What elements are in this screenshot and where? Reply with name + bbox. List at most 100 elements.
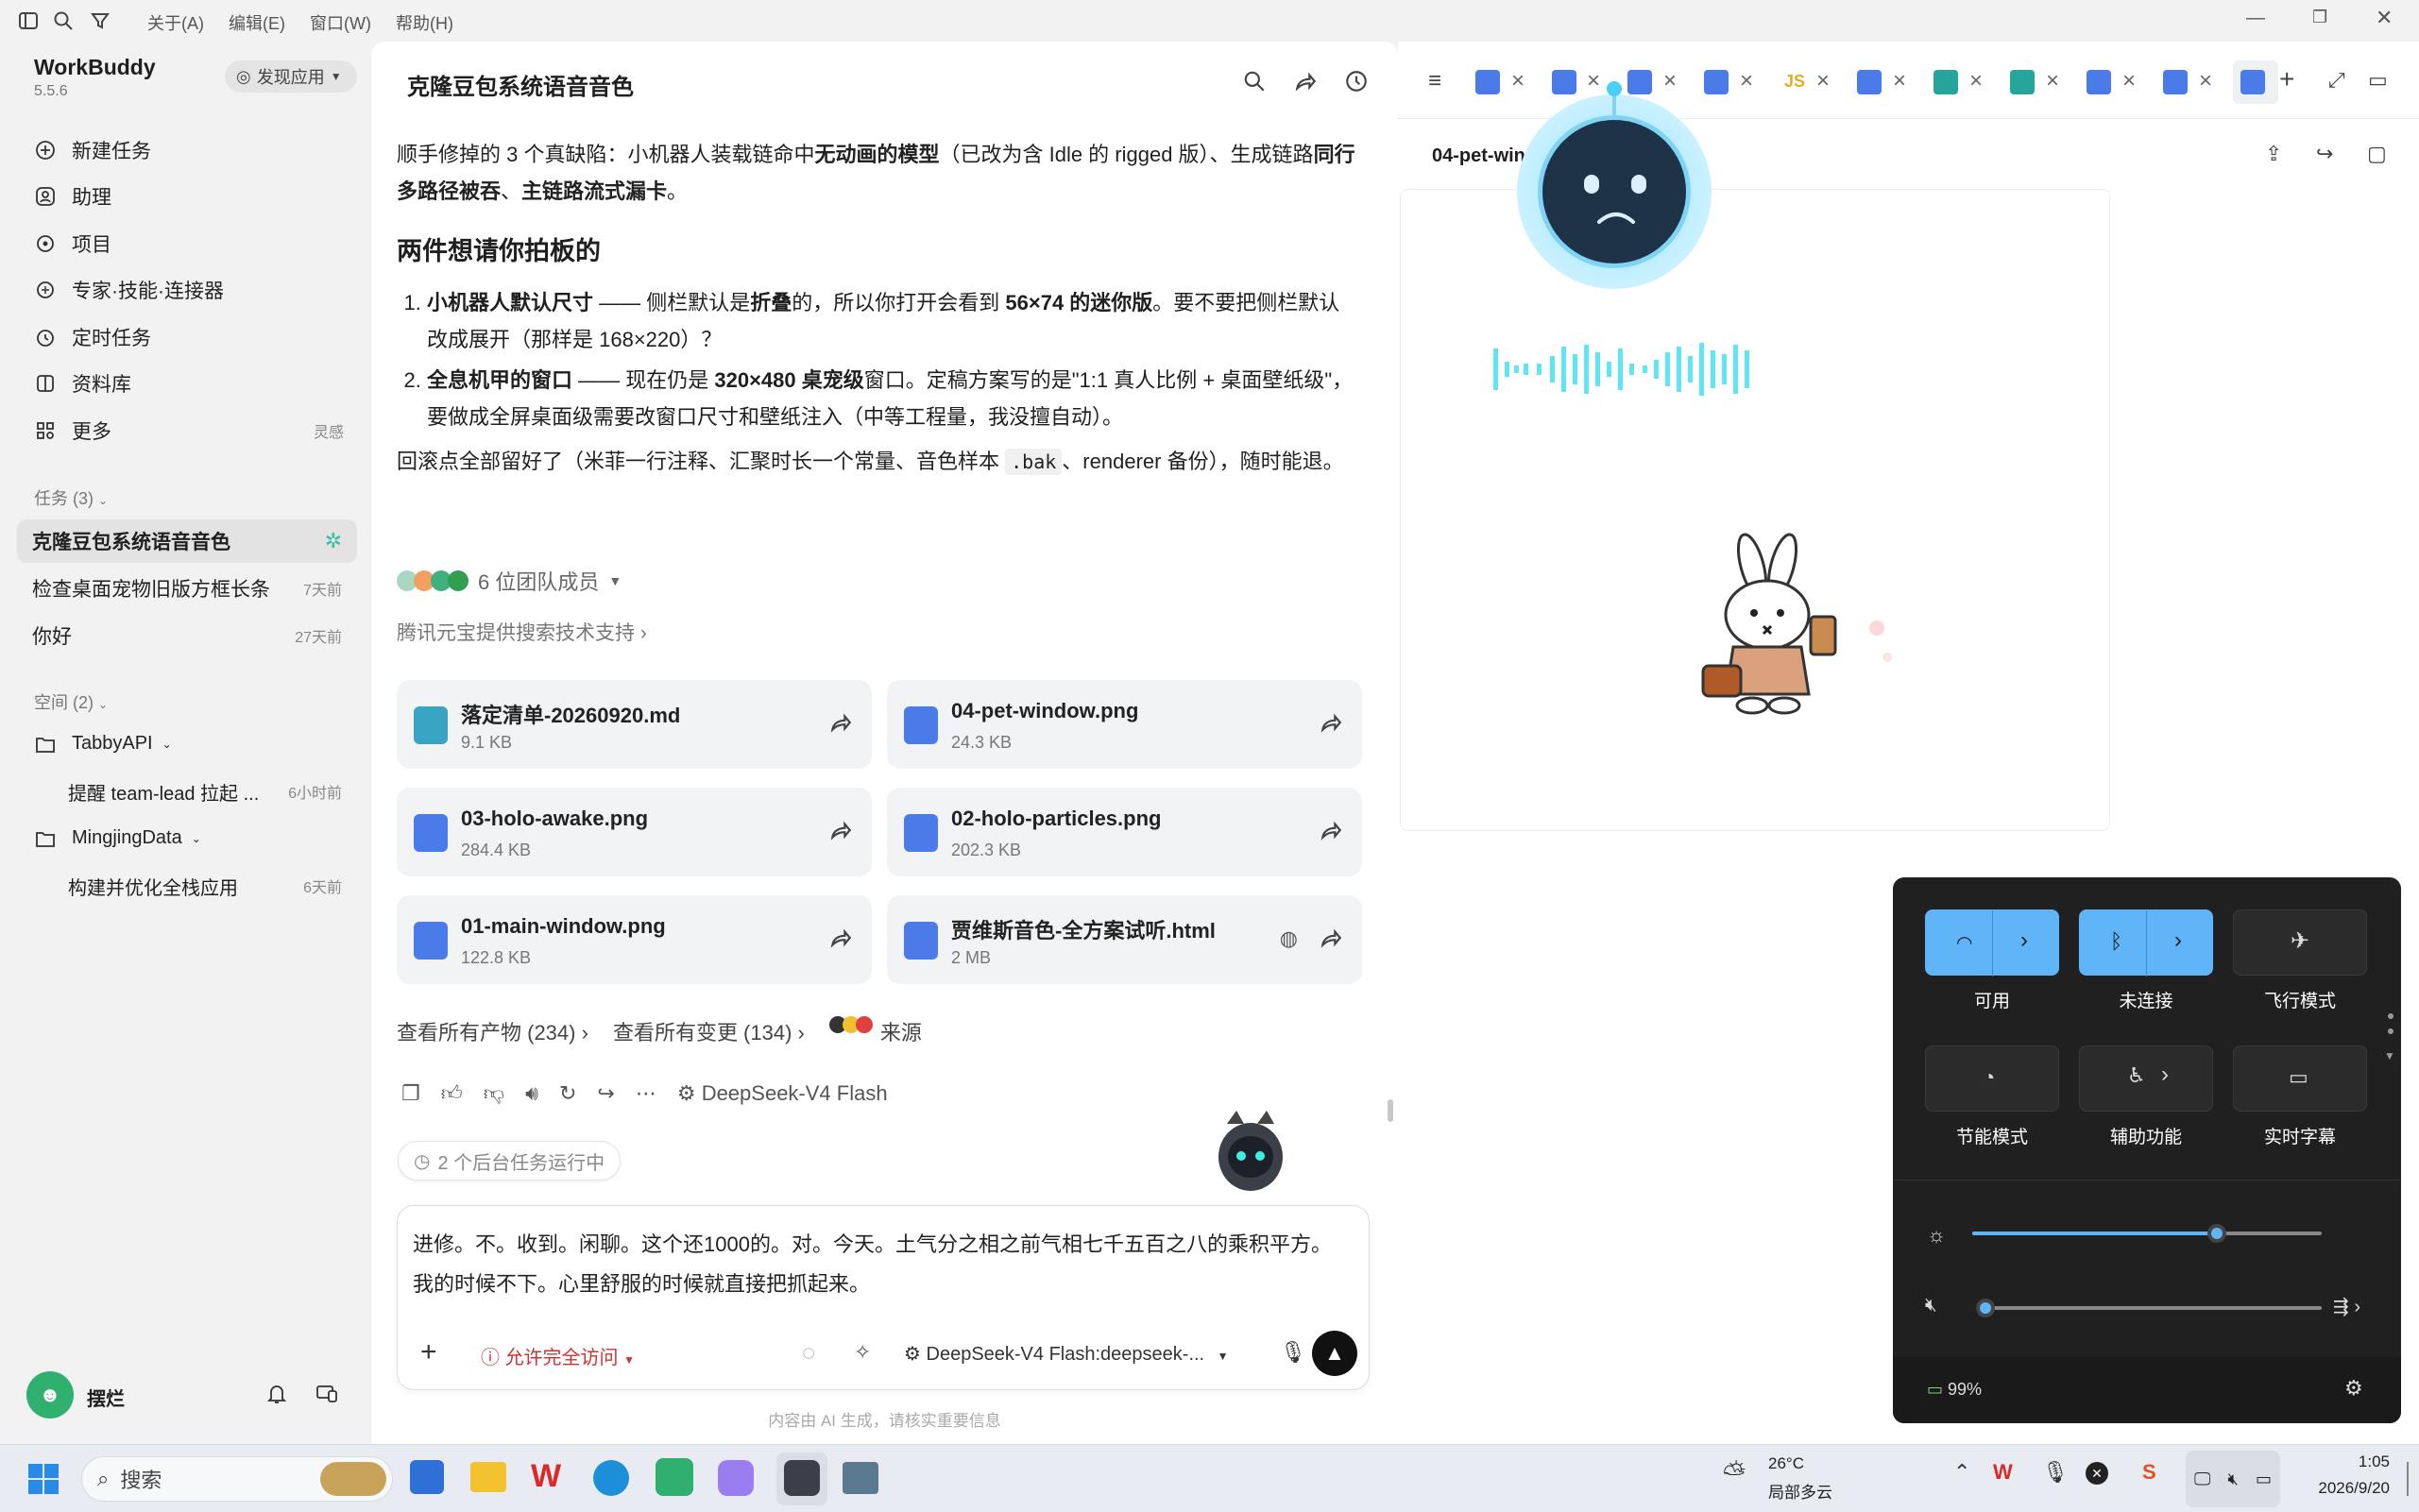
task-item[interactable]: 你好 27天前	[17, 614, 357, 657]
file-card[interactable]: 落定清单-20260920.md 9.1 KB	[397, 680, 872, 769]
minimize-button[interactable]: —	[2246, 8, 2265, 29]
all-artifacts-link[interactable]: 查看所有产物 (234) ›	[397, 1016, 588, 1046]
tab-close-icon[interactable]: ×	[2122, 68, 2136, 94]
file-card[interactable]: 01-main-window.png 122.8 KB	[397, 895, 872, 984]
restore-button[interactable]: ❐	[2312, 8, 2327, 27]
live-captions-toggle[interactable]: ▭	[2233, 1045, 2367, 1112]
tab-image-icon[interactable]	[1857, 70, 1882, 94]
volume-mute-icon[interactable]: 🔇︎	[1925, 1295, 1937, 1317]
workbuddy-app-icon[interactable]	[656, 1458, 693, 1496]
new-tab-button[interactable]: +	[2279, 64, 2294, 94]
edge-browser-icon[interactable]	[593, 1460, 629, 1496]
share-icon[interactable]: ↪	[597, 1081, 614, 1106]
share-icon[interactable]	[828, 710, 853, 735]
volume-knob[interactable]	[1976, 1299, 1995, 1317]
file-card[interactable]: 04-pet-window.png 24.3 KB	[887, 680, 1362, 769]
avatar[interactable]: ☻	[26, 1371, 74, 1419]
tab-close-icon[interactable]: ×	[1893, 68, 1906, 94]
copy-icon[interactable]: ❐	[401, 1081, 420, 1106]
page-dot[interactable]	[2388, 1028, 2393, 1034]
space-task-item[interactable]: 提醒 team-lead 拉起 ... 6小时前	[53, 770, 357, 813]
wps-app-icon[interactable]: W	[531, 1458, 561, 1495]
expand-icon[interactable]: ⤢	[2328, 68, 2345, 93]
tray-mic-icon[interactable]: 🎙︎	[2042, 1460, 2069, 1485]
share-icon[interactable]	[1319, 818, 1343, 842]
folder-open-icon[interactable]: ▢	[2367, 142, 2387, 166]
wifi-toggle[interactable]: ◠ ›	[1925, 909, 2059, 977]
send-button[interactable]: ▲	[1312, 1331, 1357, 1376]
outlook-app-icon[interactable]	[410, 1460, 444, 1494]
tab-js-icon[interactable]: JS	[1784, 72, 1805, 92]
tab-close-icon[interactable]: ×	[1816, 68, 1830, 94]
message-input[interactable]: 进修。不。收到。闲聊。这个还1000的。对。今天。土气分之相之前气相七千五百之八…	[413, 1225, 1348, 1304]
share-icon[interactable]	[1319, 926, 1343, 950]
space-tabbyapi[interactable]: TabbyAPI ⌄	[32, 733, 172, 755]
menu-edit[interactable]: 编辑(E)	[229, 10, 285, 35]
list-menu-icon[interactable]: ≡	[1428, 68, 1441, 94]
tab-close-icon[interactable]: ×	[1740, 68, 1753, 94]
clock-date[interactable]: 2026/9/20	[2295, 1479, 2390, 1498]
tray-wps-icon[interactable]: W	[1993, 1460, 2013, 1485]
team-members[interactable]: 6 位团队成员 ▼	[397, 566, 622, 596]
task-item-active[interactable]: 克隆豆包系统语音音色 ✲	[17, 519, 357, 563]
nav-new-task[interactable]: 新建任务	[32, 136, 151, 164]
share-icon[interactable]	[828, 926, 853, 950]
menu-about[interactable]: 关于(A)	[147, 10, 204, 35]
start-button[interactable]	[28, 1464, 59, 1494]
nav-assistant[interactable]: 助理	[32, 182, 111, 211]
share-icon[interactable]: ↪	[2316, 142, 2333, 166]
brightness-slider[interactable]	[1972, 1224, 2322, 1243]
chevron-right-icon[interactable]: ›	[2174, 927, 2182, 954]
bluetooth-toggle[interactable]: ᛒ ›	[2079, 909, 2213, 977]
file-card[interactable]: 贾维斯音色-全方案试听.html 2 MB ◍	[887, 895, 1362, 984]
microphone-icon[interactable]: 🎙︎	[1280, 1340, 1306, 1365]
menu-help[interactable]: 帮助(H)	[396, 10, 453, 35]
chevron-down-icon[interactable]: ▼	[2384, 1049, 2395, 1062]
chevron-right-icon[interactable]: ›	[2020, 927, 2028, 954]
battery-status[interactable]: ▭ 99%	[1927, 1380, 1982, 1400]
discover-apps-button[interactable]: ◎ 发现应用 ▼	[225, 60, 357, 93]
file-card[interactable]: 03-holo-awake.png 284.4 KB	[397, 788, 872, 876]
tab-image-icon[interactable]	[1475, 70, 1500, 94]
file-card[interactable]: 02-holo-particles.png 202.3 KB	[887, 788, 1362, 876]
add-attachment-button[interactable]: +	[420, 1336, 437, 1368]
tab-close-icon[interactable]: ×	[1511, 68, 1525, 94]
tab-close-icon[interactable]: ×	[1969, 68, 1983, 94]
globe-icon[interactable]: ◍	[1280, 926, 1298, 951]
clock-time[interactable]: 1:05	[2295, 1453, 2390, 1471]
volume-slider[interactable]	[1976, 1299, 2322, 1317]
model-select[interactable]: ⚙ DeepSeek-V4 Flash:deepseek-... ▼	[904, 1342, 1229, 1366]
tab-audio-icon[interactable]	[2010, 70, 2035, 94]
desktop-pet-widget[interactable]	[1517, 81, 1712, 289]
nav-more[interactable]: 更多 灵感	[32, 416, 344, 445]
weather-cloud-icon[interactable]: ⛅︎	[1723, 1458, 1746, 1490]
share-icon[interactable]	[1293, 69, 1318, 93]
taskbar-search-box[interactable]: ⌕ 搜索	[81, 1456, 393, 1502]
space-mingjingdata[interactable]: MingjingData ⌄	[32, 827, 201, 849]
file-explorer-icon[interactable]	[470, 1462, 506, 1492]
tab-audio-icon[interactable]	[1933, 70, 1958, 94]
tab-close-icon[interactable]: ×	[1587, 68, 1600, 94]
speaker-icon[interactable]: 🔊︎	[525, 1081, 538, 1106]
bell-icon[interactable]	[266, 1383, 287, 1405]
thumbs-down-icon[interactable]: 👎︎	[484, 1080, 504, 1106]
nav-scheduled[interactable]: 定时任务	[32, 323, 151, 351]
tray-x-icon[interactable]: ✕	[2086, 1462, 2108, 1485]
scrollbar-thumb[interactable]	[1388, 1099, 1393, 1122]
space-task-item[interactable]: 构建并优化全栈应用 6天前	[53, 864, 357, 908]
battery-saver-toggle[interactable]: ◔	[1925, 1045, 2059, 1112]
close-button[interactable]: ✕	[2376, 6, 2393, 30]
tab-active[interactable]	[2233, 60, 2278, 104]
share-icon[interactable]	[828, 818, 853, 842]
audio-output-icon[interactable]: ⇶ ›	[2333, 1295, 2360, 1318]
system-tray-status[interactable]: 🖵︎ 🔇︎ ▭	[2186, 1451, 2280, 1507]
show-hidden-icons-chevron[interactable]: ⌃	[1953, 1460, 1970, 1485]
menu-window[interactable]: 窗口(W)	[310, 10, 371, 35]
all-changes-link[interactable]: 查看所有变更 (134) ›	[613, 1016, 805, 1046]
tab-close-icon[interactable]: ×	[2199, 68, 2212, 94]
terminal-app-icon[interactable]	[843, 1462, 878, 1494]
taskbar-active-app[interactable]	[776, 1453, 827, 1505]
background-tasks-indicator[interactable]: ◷ 2 个后台任务运行中	[398, 1141, 622, 1181]
more-icon[interactable]: ⋯	[636, 1081, 656, 1106]
tasks-header[interactable]: 任务 (3) ⌄	[34, 485, 108, 510]
